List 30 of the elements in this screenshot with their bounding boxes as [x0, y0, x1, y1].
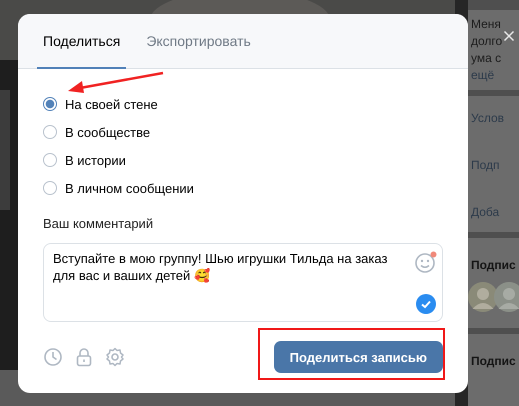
- share-post-button[interactable]: Поделиться записью: [274, 341, 443, 373]
- radio-button[interactable]: [43, 181, 57, 195]
- close-icon[interactable]: [503, 30, 515, 42]
- radio-button[interactable]: [43, 153, 57, 167]
- comment-label: Ваш комментарий: [43, 216, 154, 231]
- background-heading: Подпис: [471, 258, 516, 272]
- radio-option[interactable]: На своей стене: [43, 94, 443, 114]
- background-text: ещё: [471, 67, 494, 84]
- check-icon[interactable]: [416, 294, 436, 314]
- background-text: Подп: [471, 157, 500, 174]
- radio-option[interactable]: В личном сообщении: [43, 178, 443, 198]
- radio-option[interactable]: В сообществе: [43, 122, 443, 142]
- tab[interactable]: Поделиться: [37, 14, 126, 69]
- tab[interactable]: Экспортировать: [140, 14, 257, 69]
- radio-option[interactable]: В истории: [43, 150, 443, 170]
- background-text: Услов: [471, 110, 504, 127]
- avatar: [468, 282, 498, 312]
- avatar: [494, 282, 519, 312]
- background-text: ума с: [471, 50, 502, 67]
- smiley-icon[interactable]: [415, 251, 437, 273]
- radio-button[interactable]: [43, 125, 57, 139]
- background-text: Доба: [471, 204, 500, 221]
- radio-button[interactable]: [43, 97, 57, 111]
- lock-icon[interactable]: [75, 347, 93, 367]
- settings-icon[interactable]: [105, 347, 125, 367]
- clock-icon[interactable]: [43, 347, 63, 367]
- comment-field[interactable]: Вступайте в мою группу! Шью игрушки Тильда на заказ для вас и ваших детей 🥰: [43, 243, 443, 322]
- background-text: Меня: [471, 16, 501, 33]
- background-text: долго: [471, 33, 502, 50]
- background-heading: Подпис: [471, 354, 516, 368]
